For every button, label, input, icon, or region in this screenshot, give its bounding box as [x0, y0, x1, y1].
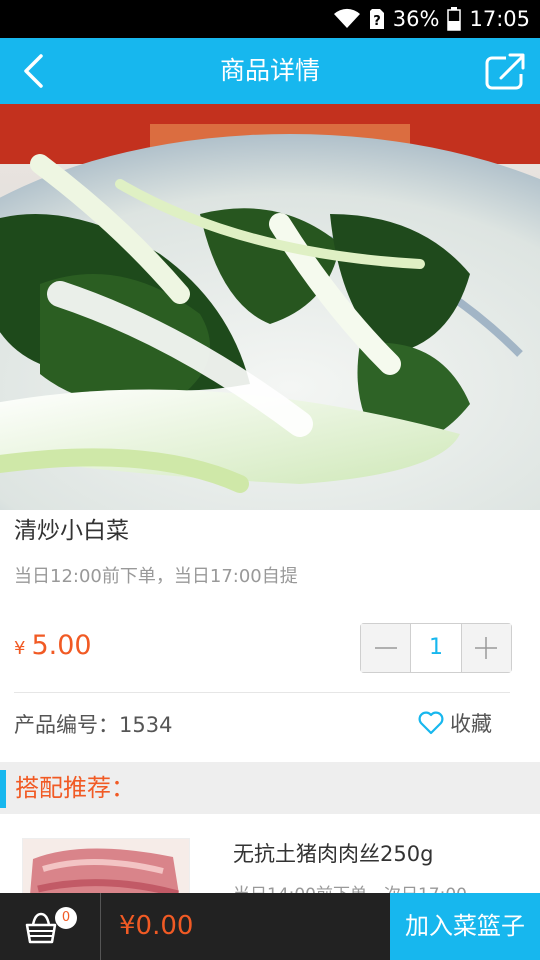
plus-icon	[475, 637, 498, 659]
nav-bar: 商品详情	[0, 38, 540, 104]
battery-percent: 36%	[392, 7, 440, 31]
favorite-button[interactable]: 收藏	[418, 708, 492, 738]
product-price: ¥ 5.00	[14, 630, 92, 661]
currency-symbol: ¥	[14, 638, 26, 659]
decrease-button[interactable]	[361, 624, 411, 672]
pickup-note: 当日12:00前下单，当日17:00自提	[14, 566, 298, 587]
quantity-stepper: 1	[360, 623, 512, 673]
status-indicators: ? 36% 17:05	[333, 5, 530, 33]
quantity-value[interactable]: 1	[410, 624, 462, 672]
page-title: 商品详情	[219, 56, 320, 85]
wifi-icon	[333, 8, 361, 30]
product-code: 产品编号：1534	[14, 713, 173, 737]
status-bar: ? 36% 17:05	[0, 0, 540, 38]
bottom-bar: 0 ¥0.00 加入菜篮子	[0, 893, 540, 960]
share-icon	[485, 53, 525, 90]
clock: 17:05	[469, 7, 530, 31]
increase-button[interactable]	[461, 624, 511, 672]
price-value: 5.00	[31, 630, 92, 661]
section-marker	[0, 770, 6, 808]
recommendation-title: 搭配推荐：	[15, 774, 135, 802]
cart-total: ¥0.00	[119, 911, 194, 941]
sim-unknown-icon: ?	[369, 8, 385, 30]
favorite-label: 收藏	[450, 712, 492, 736]
minus-icon	[374, 647, 397, 649]
heart-icon	[418, 711, 444, 735]
cart-button[interactable]: 0	[0, 893, 100, 960]
svg-text:?: ?	[373, 14, 381, 29]
cart-count-badge: 0	[55, 907, 77, 929]
product-image	[0, 104, 540, 510]
share-button[interactable]	[484, 52, 526, 92]
divider	[14, 692, 510, 693]
battery-icon	[447, 7, 462, 31]
product-name: 清炒小白菜	[14, 518, 129, 544]
divider	[100, 893, 101, 960]
recommendation-header: 搭配推荐：	[0, 762, 540, 814]
add-to-cart-button[interactable]: 加入菜篮子	[390, 893, 540, 960]
recommendation-item-name[interactable]: 无抗土猪肉肉丝250g	[233, 838, 433, 868]
